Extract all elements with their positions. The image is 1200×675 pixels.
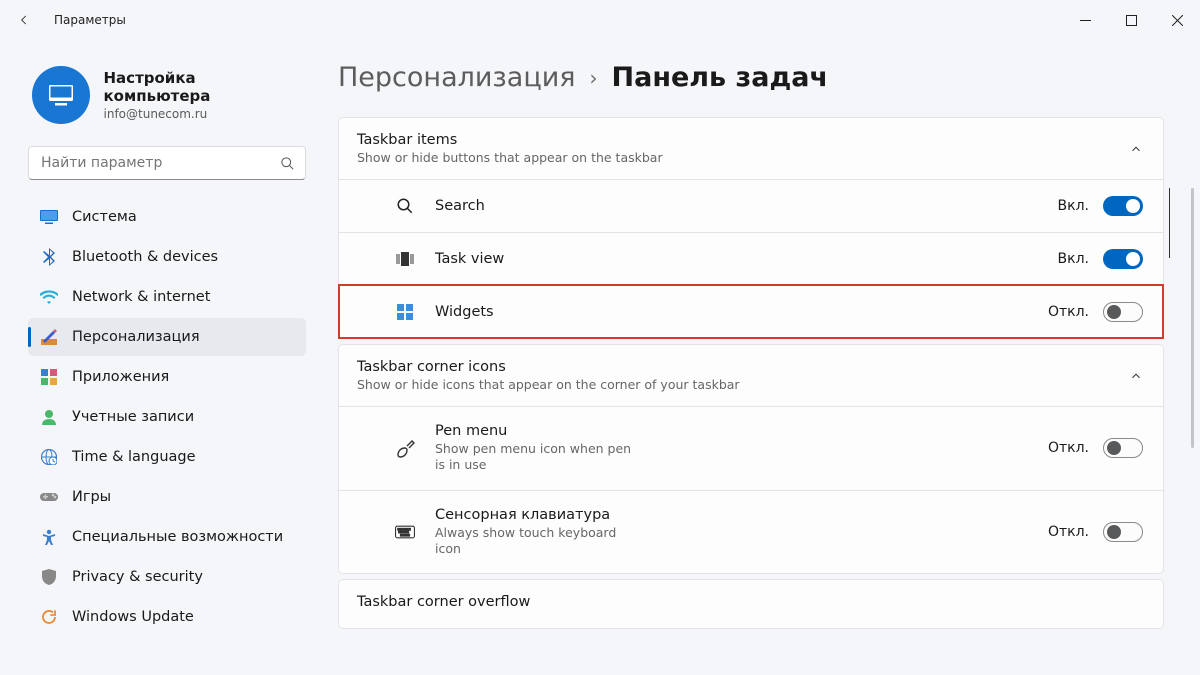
sidebar: Настройка компьютера info@tunecom.ru Сис…: [0, 40, 320, 675]
time-icon: [40, 448, 58, 466]
widgets-icon: [395, 302, 415, 322]
sidebar-item-label: Система: [72, 209, 137, 225]
chevron-up-icon: [1129, 142, 1143, 156]
sidebar-item-label: Игры: [72, 489, 111, 505]
setting-row-touch: Сенсорная клавиатура Always show touch k…: [339, 490, 1163, 574]
section-header[interactable]: Taskbar items Show or hide buttons that …: [339, 118, 1163, 179]
personalization-icon: [40, 328, 58, 346]
avatar: [32, 66, 90, 124]
accessibility-icon: [40, 528, 58, 546]
sidebar-item-label: Специальные возможности: [72, 529, 283, 545]
toggle-state-label: Вкл.: [1058, 251, 1089, 267]
profile-name: Настройка компьютера: [104, 69, 307, 105]
scrollbar[interactable]: [1191, 188, 1194, 448]
section-title: Taskbar corner overflow: [357, 594, 530, 610]
sidebar-item-accounts[interactable]: Учетные записи: [28, 398, 306, 436]
setting-row-search: Search Вкл.: [339, 179, 1163, 232]
chevron-right-icon: ›: [590, 66, 598, 90]
row-label: Task view: [435, 251, 504, 267]
toggle-state-label: Откл.: [1048, 304, 1089, 320]
sidebar-item-label: Bluetooth & devices: [72, 249, 218, 265]
privacy-icon: [40, 568, 58, 586]
gaming-icon: [40, 488, 58, 506]
sidebar-item-label: Privacy & security: [72, 569, 203, 585]
search-input[interactable]: [39, 154, 280, 172]
section-subtitle: Show or hide buttons that appear on the …: [357, 150, 663, 165]
search-box[interactable]: [28, 146, 306, 180]
toggle-state-label: Вкл.: [1058, 198, 1089, 214]
toggle-state-label: Откл.: [1048, 524, 1089, 540]
sidebar-item-time[interactable]: Time & language: [28, 438, 306, 476]
accounts-icon: [40, 408, 58, 426]
toggle-taskview[interactable]: [1103, 249, 1143, 269]
breadcrumb: Персонализация › Панель задач: [338, 62, 1164, 93]
sidebar-item-system[interactable]: Система: [28, 198, 306, 236]
sidebar-item-accessibility[interactable]: Специальные возможности: [28, 518, 306, 556]
setting-row-pen: Pen menu Show pen menu icon when pen is …: [339, 406, 1163, 490]
section-subtitle: Show or hide icons that appear on the co…: [357, 377, 740, 392]
sidebar-item-label: Windows Update: [72, 609, 194, 625]
content: Персонализация › Панель задач Taskbar it…: [320, 40, 1200, 675]
toggle-pen[interactable]: [1103, 438, 1143, 458]
close-button[interactable]: [1154, 0, 1200, 40]
sidebar-item-bluetooth[interactable]: Bluetooth & devices: [28, 238, 306, 276]
section-header[interactable]: Taskbar corner icons Show or hide icons …: [339, 345, 1163, 406]
touch-icon: [395, 522, 415, 542]
breadcrumb-current: Панель задач: [612, 62, 829, 93]
window-title: Параметры: [54, 13, 126, 27]
taskview-icon: [395, 249, 415, 269]
section-corner-icons: Taskbar corner icons Show or hide icons …: [338, 344, 1164, 574]
sidebar-item-label: Network & internet: [72, 289, 210, 305]
sidebar-item-label: Учетные записи: [72, 409, 194, 425]
toggle-state-label: Откл.: [1048, 440, 1089, 456]
sidebar-item-update[interactable]: Windows Update: [28, 598, 306, 636]
sidebar-item-label: Time & language: [72, 449, 196, 465]
section-title: Taskbar items: [357, 132, 663, 148]
maximize-button[interactable]: [1108, 0, 1154, 40]
setting-row-widgets: Widgets Откл.: [339, 285, 1163, 338]
chevron-up-icon: [1129, 369, 1143, 383]
divider: [1169, 188, 1170, 258]
system-icon: [40, 208, 58, 226]
profile-email: info@tunecom.ru: [104, 107, 307, 121]
breadcrumb-parent[interactable]: Персонализация: [338, 62, 576, 93]
profile[interactable]: Настройка компьютера info@tunecom.ru: [32, 66, 306, 124]
back-button[interactable]: [12, 8, 36, 32]
sidebar-item-network[interactable]: Network & internet: [28, 278, 306, 316]
row-label: Widgets: [435, 304, 494, 320]
search-icon: [395, 196, 415, 216]
section-header[interactable]: Taskbar corner overflow: [339, 580, 1163, 628]
bluetooth-icon: [40, 248, 58, 266]
row-subtitle: Always show touch keyboard icon: [435, 525, 645, 558]
toggle-search[interactable]: [1103, 196, 1143, 216]
setting-row-taskview: Task view Вкл.: [339, 232, 1163, 285]
minimize-button[interactable]: [1062, 0, 1108, 40]
row-label: Pen menu: [435, 423, 645, 439]
titlebar: Параметры: [0, 0, 1200, 40]
section-taskbar-items: Taskbar items Show or hide buttons that …: [338, 117, 1164, 339]
row-label: Сенсорная клавиатура: [435, 507, 645, 523]
toggle-widgets[interactable]: [1103, 302, 1143, 322]
row-subtitle: Show pen menu icon when pen is in use: [435, 441, 645, 474]
window-controls: [1062, 0, 1200, 40]
update-icon: [40, 608, 58, 626]
nav-list: Система Bluetooth & devices Network & inte…: [28, 198, 306, 636]
sidebar-item-label: Приложения: [72, 369, 169, 385]
toggle-touch[interactable]: [1103, 522, 1143, 542]
section-title: Taskbar corner icons: [357, 359, 740, 375]
sidebar-item-gaming[interactable]: Игры: [28, 478, 306, 516]
section-overflow: Taskbar corner overflow: [338, 579, 1164, 629]
sidebar-item-privacy[interactable]: Privacy & security: [28, 558, 306, 596]
pen-icon: [395, 438, 415, 458]
sidebar-item-personalization[interactable]: Персонализация: [28, 318, 306, 356]
apps-icon: [40, 368, 58, 386]
network-icon: [40, 288, 58, 306]
row-label: Search: [435, 198, 485, 214]
sidebar-item-apps[interactable]: Приложения: [28, 358, 306, 396]
search-icon: [280, 156, 295, 171]
sidebar-item-label: Персонализация: [72, 329, 200, 345]
settings-window: Параметры Настройка компьютера info@tune…: [0, 0, 1200, 675]
